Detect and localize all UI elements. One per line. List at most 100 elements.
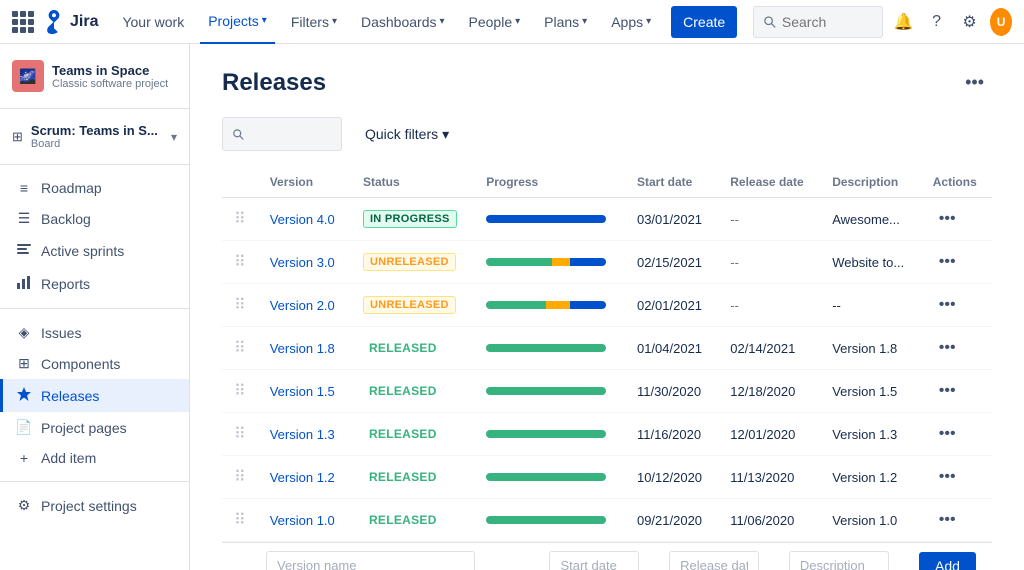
- board-grid-icon: ⊞: [12, 129, 23, 145]
- components-icon: ⊞: [15, 355, 33, 372]
- drag-handle[interactable]: ⠿: [222, 370, 258, 413]
- row-more-button[interactable]: •••: [933, 380, 962, 402]
- start-date-cell: 09/21/2020: [625, 499, 718, 542]
- col-status: Status: [351, 167, 474, 198]
- actions-cell: •••: [921, 327, 992, 370]
- version-cell: Version 1.2: [258, 456, 351, 499]
- sprint-icon: [15, 241, 33, 260]
- settings-button[interactable]: ⚙: [957, 6, 982, 38]
- status-cell: UNRELEASED: [351, 241, 474, 284]
- nav-projects[interactable]: Projects ▾: [200, 0, 275, 44]
- col-release-date: Release date: [718, 167, 820, 198]
- sidebar-item-label: Releases: [41, 388, 99, 404]
- actions-cell: •••: [921, 370, 992, 413]
- description-input[interactable]: [789, 551, 889, 570]
- release-date-cell: 02/14/2021: [718, 327, 820, 370]
- filter-search-input[interactable]: [250, 127, 331, 142]
- status-cell: UNRELEASED: [351, 284, 474, 327]
- sidebar-item-roadmap[interactable]: ≡ Roadmap: [0, 173, 189, 203]
- row-more-button[interactable]: •••: [933, 423, 962, 445]
- row-more-button[interactable]: •••: [933, 509, 962, 531]
- project-type: Classic software project: [52, 78, 168, 90]
- sidebar-item-label: Components: [41, 356, 120, 372]
- actions-cell: •••: [921, 198, 992, 241]
- row-more-button[interactable]: •••: [933, 337, 962, 359]
- version-name-input[interactable]: [266, 551, 475, 570]
- status-badge: RELEASED: [363, 339, 443, 357]
- jira-logo[interactable]: Jira: [42, 10, 98, 34]
- issues-icon: ◈: [15, 324, 33, 341]
- chevron-down-icon: ▾: [262, 15, 267, 26]
- sidebar-item-label: Project pages: [41, 420, 127, 436]
- sidebar-item-project-pages[interactable]: 📄 Project pages: [0, 412, 189, 443]
- release-date-input[interactable]: [669, 551, 759, 570]
- create-button[interactable]: Create: [671, 6, 737, 38]
- notifications-button[interactable]: 🔔: [891, 6, 916, 38]
- progress-cell: [474, 327, 625, 370]
- filter-search-box[interactable]: [222, 117, 342, 151]
- drag-handle[interactable]: ⠿: [222, 413, 258, 456]
- nav-plans[interactable]: Plans ▾: [536, 0, 595, 44]
- row-more-button[interactable]: •••: [933, 466, 962, 488]
- sidebar-item-backlog[interactable]: ☰ Backlog: [0, 203, 189, 234]
- start-date-input[interactable]: [549, 551, 639, 570]
- row-more-button[interactable]: •••: [933, 208, 962, 230]
- add-release-date-cell: [657, 543, 777, 570]
- sidebar-item-project-settings[interactable]: ⚙ Project settings: [0, 490, 189, 521]
- app-switcher-button[interactable]: [12, 8, 34, 36]
- drag-handle[interactable]: ⠿: [222, 327, 258, 370]
- add-icon: +: [15, 450, 33, 466]
- nav-apps[interactable]: Apps ▾: [603, 0, 659, 44]
- help-button[interactable]: ?: [924, 6, 949, 38]
- sidebar-board-selector[interactable]: ⊞ Scrum: Teams in S... Board ▾: [0, 117, 189, 156]
- actions-cell: •••: [921, 284, 992, 327]
- more-options-button[interactable]: •••: [957, 68, 992, 97]
- filters-bar: Quick filters ▾: [222, 117, 992, 151]
- nav-your-work[interactable]: Your work: [114, 0, 192, 44]
- drag-handle[interactable]: ⠿: [222, 241, 258, 284]
- settings-icon: ⚙: [15, 497, 33, 514]
- sidebar-item-components[interactable]: ⊞ Components: [0, 348, 189, 379]
- progress-cell: [474, 456, 625, 499]
- app-layout: 🌌 Teams in Space Classic software projec…: [0, 44, 1024, 570]
- sidebar-item-active-sprints[interactable]: Active sprints: [0, 234, 189, 267]
- status-badge: IN PROGRESS: [363, 210, 457, 228]
- search-input[interactable]: [782, 14, 872, 30]
- sidebar-item-label: Add item: [41, 450, 96, 466]
- add-button-cell: Add: [907, 543, 992, 570]
- releases-icon: [15, 386, 33, 405]
- add-version-button[interactable]: Add: [919, 552, 976, 570]
- nav-dashboards[interactable]: Dashboards ▾: [353, 0, 453, 44]
- drag-handle[interactable]: ⠿: [222, 499, 258, 542]
- search-bar[interactable]: [753, 6, 883, 38]
- table-row: ⠿Version 4.0IN PROGRESS03/01/2021--Aweso…: [222, 198, 992, 241]
- status-cell: RELEASED: [351, 370, 474, 413]
- sidebar-item-issues[interactable]: ◈ Issues: [0, 317, 189, 348]
- sidebar-item-reports[interactable]: Reports: [0, 267, 189, 300]
- version-cell: Version 1.3: [258, 413, 351, 456]
- drag-handle[interactable]: ⠿: [222, 284, 258, 327]
- add-progress-cell: [512, 543, 537, 570]
- nav-filters[interactable]: Filters ▾: [283, 0, 345, 44]
- status-badge: UNRELEASED: [363, 296, 456, 314]
- version-cell: Version 4.0: [258, 198, 351, 241]
- row-more-button[interactable]: •••: [933, 294, 962, 316]
- sidebar-divider-2: [0, 308, 189, 309]
- progress-bar: [486, 344, 606, 352]
- sidebar-item-releases[interactable]: Releases: [0, 379, 189, 412]
- start-date-cell: 11/16/2020: [625, 413, 718, 456]
- table-row: ⠿Version 1.5RELEASED11/30/202012/18/2020…: [222, 370, 992, 413]
- page-title: Releases: [222, 69, 326, 97]
- quick-filters-button[interactable]: Quick filters ▾: [354, 117, 460, 151]
- release-date-cell: --: [718, 198, 820, 241]
- jira-logo-text: Jira: [70, 13, 98, 31]
- sidebar-item-add-item[interactable]: + Add item: [0, 443, 189, 473]
- pages-icon: 📄: [15, 419, 33, 436]
- user-avatar[interactable]: U: [990, 8, 1012, 36]
- nav-people[interactable]: People ▾: [461, 0, 529, 44]
- drag-handle[interactable]: ⠿: [222, 198, 258, 241]
- drag-handle[interactable]: ⠿: [222, 456, 258, 499]
- description-cell: Version 1.0: [820, 499, 921, 542]
- row-more-button[interactable]: •••: [933, 251, 962, 273]
- chevron-down-icon: ▾: [439, 16, 444, 27]
